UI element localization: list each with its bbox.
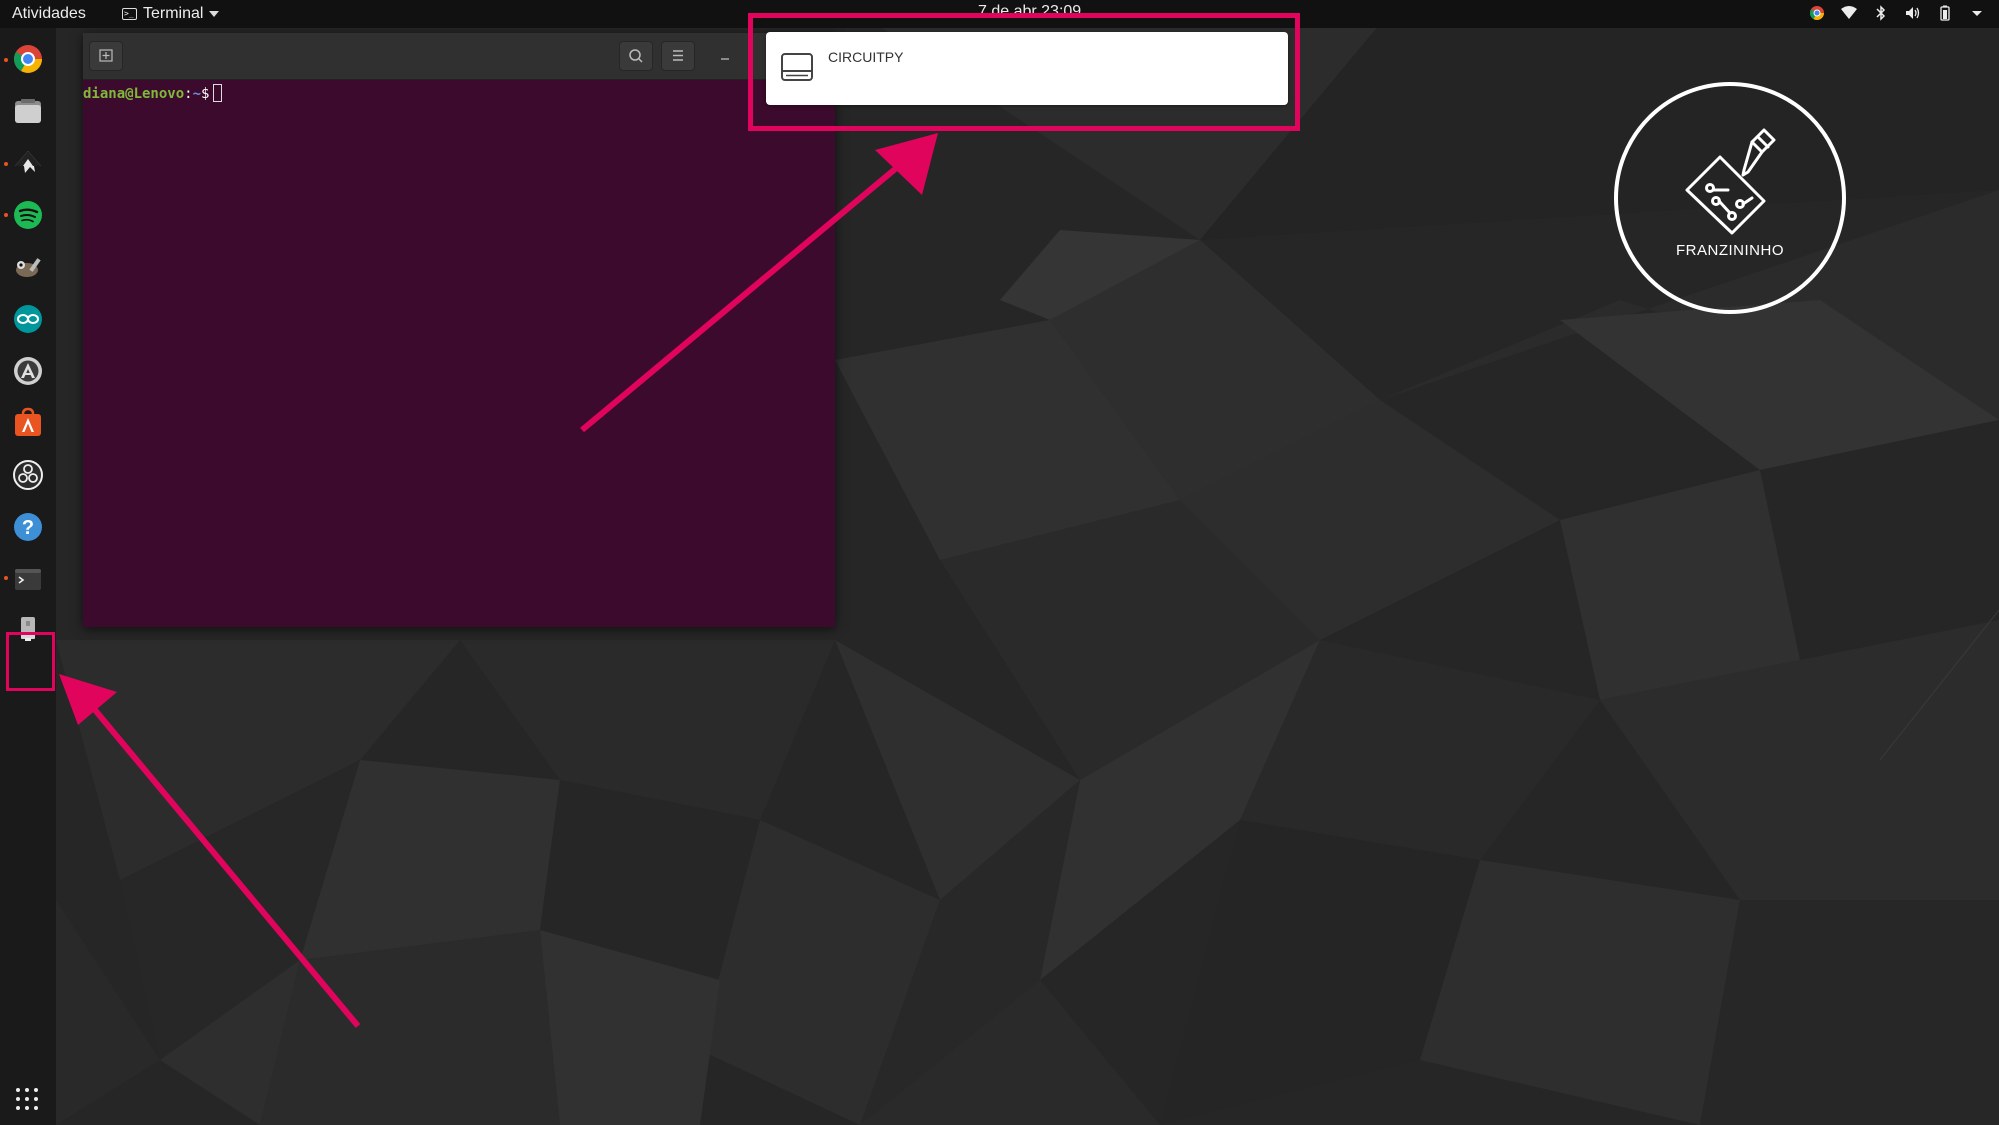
dock: ?	[0, 28, 56, 1125]
prompt-path: ~	[192, 86, 202, 102]
running-indicator	[4, 576, 8, 580]
system-tray	[1809, 5, 1985, 21]
svg-text:?: ?	[22, 517, 34, 539]
terminal-cursor	[213, 84, 223, 102]
running-indicator	[4, 58, 8, 62]
prompt-separator: :	[184, 86, 193, 102]
drive-icon	[780, 52, 814, 82]
minimize-button[interactable]	[713, 45, 737, 69]
search-button[interactable]	[619, 41, 653, 71]
volume-icon[interactable]	[1905, 5, 1921, 21]
system-menu-chevron-icon[interactable]	[1969, 5, 1985, 21]
running-indicator	[4, 162, 8, 166]
running-indicator	[4, 213, 8, 217]
inkscape-icon[interactable]	[11, 146, 45, 180]
battery-icon[interactable]	[1937, 5, 1953, 21]
bluetooth-icon[interactable]	[1873, 5, 1889, 21]
software-updater-icon[interactable]	[11, 354, 45, 388]
obs-icon[interactable]	[11, 458, 45, 492]
menu-button[interactable]	[661, 41, 695, 71]
app-menu-label: Terminal	[143, 5, 204, 22]
spotify-icon[interactable]	[11, 198, 45, 232]
help-icon[interactable]: ?	[11, 510, 45, 544]
prompt-user: diana@Lenovo	[83, 86, 185, 102]
mount-notification[interactable]: CIRCUITPY	[766, 32, 1288, 105]
ubuntu-software-icon[interactable]	[11, 406, 45, 440]
files-icon[interactable]	[11, 94, 45, 128]
notification-title: CIRCUITPY	[828, 49, 904, 65]
terminal-headerbar[interactable]	[83, 33, 835, 80]
terminal-content[interactable]: diana@Lenovo:~$	[83, 80, 835, 627]
wifi-icon[interactable]	[1841, 5, 1857, 21]
new-tab-button[interactable]	[89, 41, 123, 71]
app-menu[interactable]: >_ Terminal	[122, 5, 220, 23]
gimp-icon[interactable]	[11, 250, 45, 284]
chevron-down-icon	[209, 11, 220, 17]
terminal-icon[interactable]	[11, 562, 45, 596]
apps-grid-icon[interactable]	[15, 1087, 39, 1111]
logo-emblem-icon	[1614, 82, 1846, 314]
terminal-small-icon: >_	[122, 8, 137, 20]
franzininho-logo: FRANZININHO	[1612, 80, 1848, 316]
activities-button[interactable]: Atividades	[12, 5, 86, 23]
logo-text: FRANZININHO	[1676, 242, 1784, 259]
chrome-icon[interactable]	[11, 42, 45, 76]
terminal-window[interactable]: diana@Lenovo:~$	[83, 33, 835, 627]
arduino-icon[interactable]	[11, 302, 45, 336]
prompt-symbol: $	[201, 86, 210, 102]
usb-drive-highlight	[6, 632, 55, 691]
chrome-tray-icon[interactable]	[1809, 5, 1825, 21]
